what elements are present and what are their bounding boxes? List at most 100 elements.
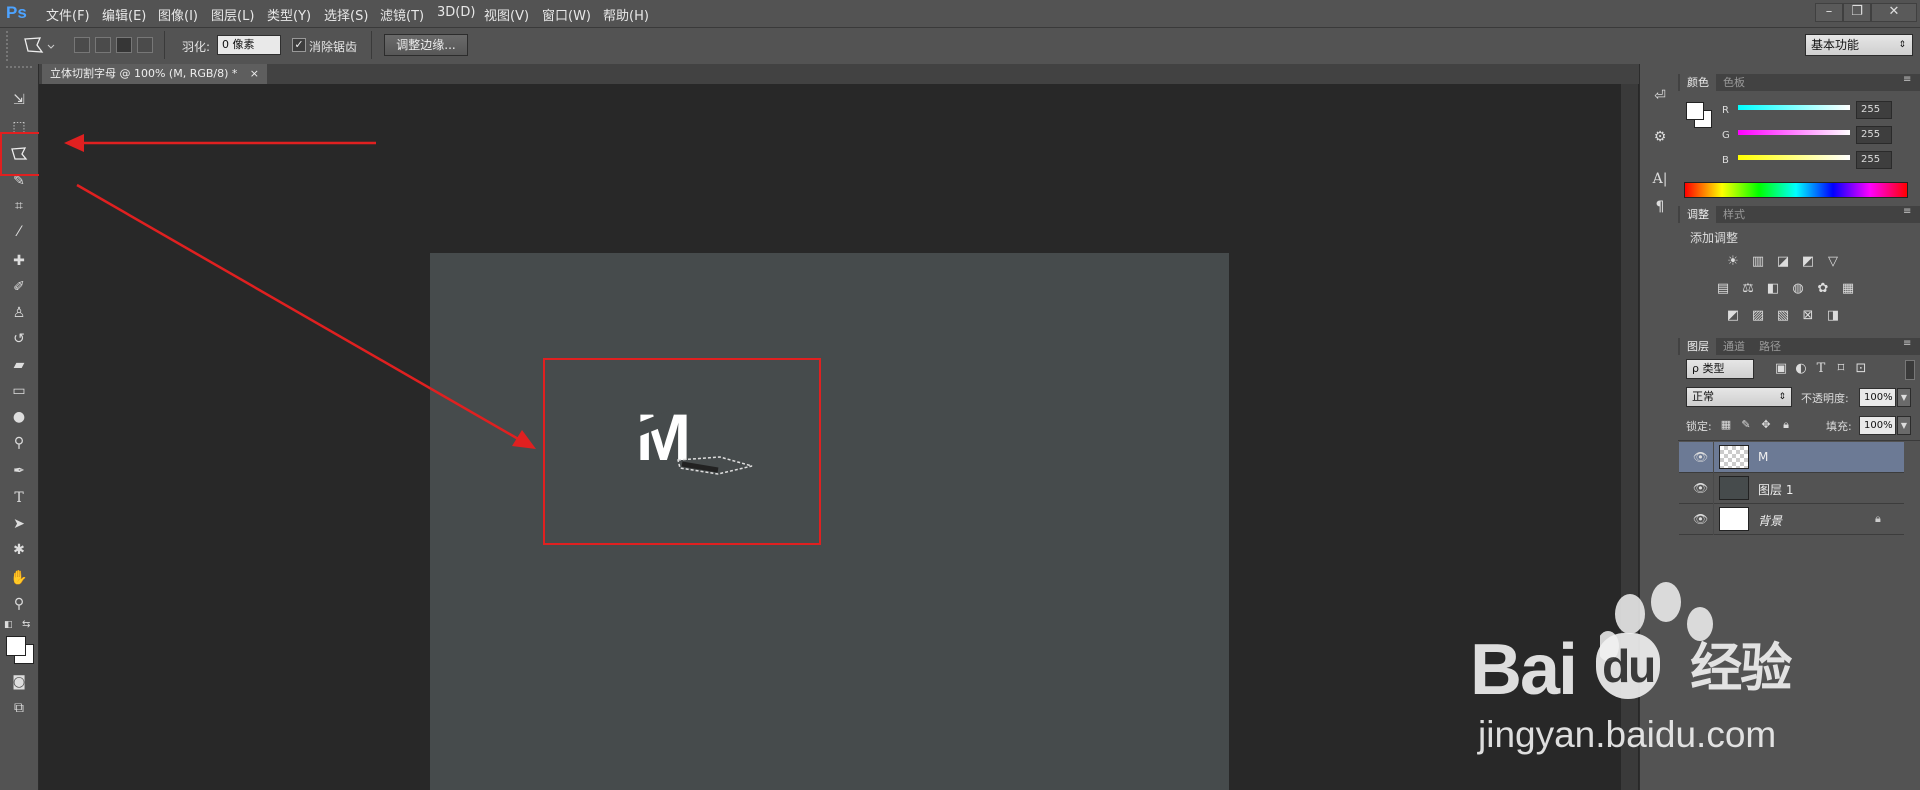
foreground-color-swatch[interactable] (6, 636, 26, 656)
history-icon[interactable]: ⏎ (1649, 85, 1671, 107)
tab-adjustments[interactable]: 调整 (1680, 206, 1716, 223)
path-selection-tool-icon[interactable]: ➤ (8, 513, 30, 535)
channel-b-value[interactable]: 255 (1856, 151, 1892, 169)
selective-color-icon[interactable]: ⊠ (1799, 308, 1817, 324)
color-lookup-icon[interactable]: ▦ (1839, 281, 1857, 297)
hand-tool-icon[interactable]: ✋ (8, 567, 30, 589)
fill-input[interactable]: 100% (1859, 416, 1896, 435)
tab-styles[interactable]: 样式 (1716, 206, 1752, 223)
gradient-map-icon[interactable]: ◨ (1824, 308, 1842, 324)
restore-button[interactable]: ❐ (1843, 3, 1871, 22)
posterize-icon[interactable]: ▨ (1749, 308, 1767, 324)
clone-stamp-tool-icon[interactable]: ♙ (8, 302, 30, 324)
intersect-selection-button[interactable] (137, 37, 153, 53)
filter-toggle[interactable] (1905, 360, 1915, 380)
channel-r-slider[interactable] (1738, 105, 1850, 110)
antialias-checkbox[interactable]: ✓ (292, 38, 306, 52)
paragraph-icon[interactable]: ¶ (1649, 196, 1671, 218)
screen-mode-icon[interactable]: ⧉ (8, 697, 30, 719)
menu-file[interactable]: 文件(F) (46, 5, 90, 24)
color-balance-icon[interactable]: ⚖ (1739, 281, 1757, 297)
visibility-eye-icon[interactable]: 👁︎ (1693, 512, 1708, 526)
opacity-input[interactable]: 100% (1859, 388, 1896, 407)
tab-channels[interactable]: 通道 (1716, 338, 1752, 355)
tab-layers[interactable]: 图层 (1680, 338, 1716, 355)
history-brush-tool-icon[interactable]: ↺ (8, 328, 30, 350)
fill-dropdown-icon[interactable]: ▼ (1897, 416, 1911, 435)
tool-preset-picker[interactable] (20, 34, 56, 58)
photo-filter-icon[interactable]: ◍ (1789, 281, 1807, 297)
menu-select[interactable]: 选择(S) (324, 5, 368, 24)
levels-icon[interactable]: ▥ (1749, 254, 1767, 270)
color-fg-swatch[interactable] (1686, 102, 1704, 120)
tab-color[interactable]: 颜色 (1680, 74, 1716, 91)
menu-edit[interactable]: 编辑(E) (102, 5, 146, 24)
color-spectrum-ramp[interactable] (1684, 182, 1908, 198)
brush-tool-icon[interactable]: ✐ (8, 276, 30, 298)
default-colors-icon[interactable]: ◧ (4, 620, 14, 630)
blend-mode-dropdown[interactable]: 正常 ⇕ (1686, 387, 1792, 407)
opacity-dropdown-icon[interactable]: ▼ (1897, 388, 1911, 407)
brightness-icon[interactable]: ☀ (1724, 254, 1742, 270)
tab-paths[interactable]: 路径 (1752, 338, 1788, 355)
gradient-tool-icon[interactable]: ▭ (8, 380, 30, 402)
menu-filter[interactable]: 滤镜(T) (380, 5, 424, 24)
quick-mask-icon[interactable]: ◙ (8, 671, 30, 693)
subtract-selection-button[interactable] (116, 37, 132, 53)
layer-row-background[interactable]: 👁︎ 背景 🔒︎ (1679, 504, 1904, 535)
visibility-eye-icon[interactable]: 👁︎ (1693, 481, 1708, 495)
minimize-button[interactable]: – (1815, 3, 1843, 22)
move-tool-icon[interactable]: ⇲ (8, 89, 30, 111)
channel-g-slider[interactable] (1738, 130, 1850, 135)
blur-tool-icon[interactable]: ● (8, 406, 30, 428)
channel-g-value[interactable]: 255 (1856, 126, 1892, 144)
lock-pixels-icon[interactable]: ✎ (1737, 417, 1755, 433)
crop-tool-icon[interactable]: ⌗ (8, 195, 30, 217)
eyedropper-tool-icon[interactable]: ⁄ (8, 221, 30, 243)
add-selection-button[interactable] (95, 37, 111, 53)
layer-filter-dropdown[interactable]: ρ 类型 (1686, 359, 1754, 379)
type-tool-icon[interactable]: T (8, 487, 30, 509)
panel-menu-icon[interactable]: ≡ (1903, 74, 1911, 85)
channel-mixer-icon[interactable]: ✿ (1814, 281, 1832, 297)
filter-pixel-icon[interactable]: ▣ (1772, 361, 1790, 377)
filter-shape-icon[interactable]: ⌑ (1832, 361, 1850, 377)
feather-input[interactable]: 0 像素 (217, 35, 281, 55)
shape-tool-icon[interactable]: ✱ (8, 539, 30, 561)
close-button[interactable]: ✕ (1871, 3, 1917, 22)
lock-all-icon[interactable]: 🔒︎ (1777, 417, 1795, 433)
refine-edge-button[interactable]: 调整边缘... (384, 34, 468, 56)
channel-b-slider[interactable] (1738, 155, 1850, 160)
invert-icon[interactable]: ◩ (1724, 308, 1742, 324)
dodge-tool-icon[interactable]: ⚲ (8, 432, 30, 454)
panel-menu-icon[interactable]: ≡ (1903, 206, 1911, 217)
visibility-eye-icon[interactable]: 👁︎ (1693, 450, 1708, 464)
eraser-tool-icon[interactable]: ▰ (8, 354, 30, 376)
menu-type[interactable]: 类型(Y) (267, 5, 311, 24)
zoom-tool-icon[interactable]: ⚲ (8, 593, 30, 615)
pen-tool-icon[interactable]: ✒ (8, 460, 30, 482)
workspace-dropdown[interactable]: 基本功能 ⇕ (1805, 34, 1913, 56)
tab-swatches[interactable]: 色板 (1716, 74, 1752, 91)
channel-r-value[interactable]: 255 (1856, 101, 1892, 119)
properties-icon[interactable]: ⚙ (1649, 126, 1671, 148)
document-tab[interactable]: 立体切割字母 @ 100% (M, RGB/8) * × (42, 64, 267, 84)
menu-image[interactable]: 图像(I) (158, 5, 198, 24)
panel-menu-icon[interactable]: ≡ (1903, 338, 1911, 349)
threshold-icon[interactable]: ▧ (1774, 308, 1792, 324)
lock-transparent-icon[interactable]: ▦ (1717, 417, 1735, 433)
hue-saturation-icon[interactable]: ▤ (1714, 281, 1732, 297)
menu-window[interactable]: 窗口(W) (542, 5, 591, 24)
new-selection-button[interactable] (74, 37, 90, 53)
filter-type-icon[interactable]: T (1812, 361, 1830, 377)
character-icon[interactable]: A| (1649, 168, 1671, 190)
menu-help[interactable]: 帮助(H) (603, 5, 649, 24)
healing-brush-tool-icon[interactable]: ✚ (8, 250, 30, 272)
layer-row-layer1[interactable]: 👁︎ 图层 1 (1679, 473, 1904, 504)
menu-3d[interactable]: 3D(D) (437, 5, 475, 20)
vibrance-icon[interactable]: ▽ (1824, 254, 1842, 270)
lock-position-icon[interactable]: ✥ (1757, 417, 1775, 433)
close-tab-icon[interactable]: × (250, 64, 259, 84)
curves-icon[interactable]: ◪ (1774, 254, 1792, 270)
filter-adjustment-icon[interactable]: ◐ (1792, 361, 1810, 377)
